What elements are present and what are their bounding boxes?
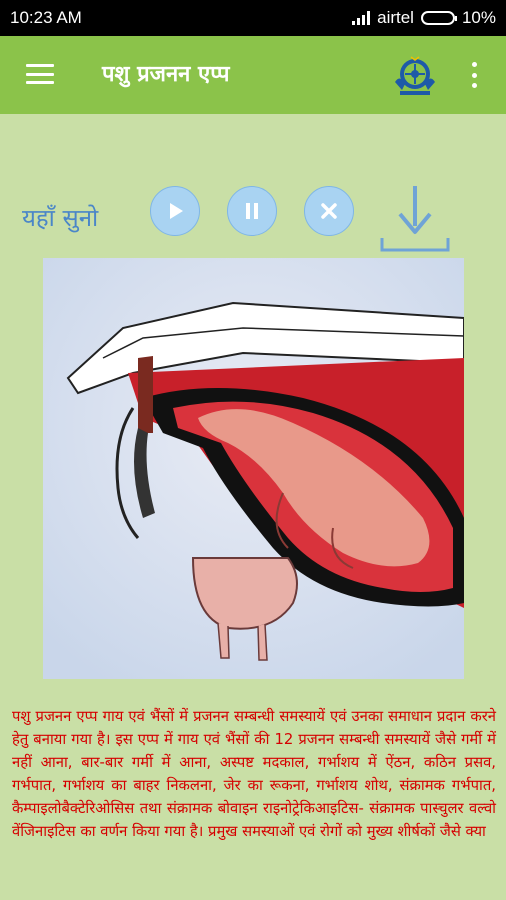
illustration-image (43, 258, 464, 679)
description-text: पशु प्रजनन एप्प गाय एवं भैंसों में प्रजन… (12, 708, 496, 840)
app-bar: पशु प्रजनन एप्प (0, 36, 506, 114)
listen-label: यहाँ सुनो (22, 204, 99, 232)
battery-icon (420, 11, 457, 25)
status-bar: 10:23 AM airtel 10% (0, 0, 506, 36)
pause-button[interactable] (227, 186, 277, 236)
pause-icon (246, 203, 258, 219)
status-time: 10:23 AM (10, 8, 82, 27)
hamburger-menu-icon[interactable] (26, 64, 54, 84)
cow-uterus-illustration (43, 258, 464, 679)
close-icon (321, 203, 337, 219)
signal-icon (352, 11, 371, 25)
battery-level: 10% (461, 8, 496, 27)
download-icon[interactable] (380, 184, 450, 254)
carrier-name: airtel (377, 8, 414, 27)
overflow-menu-icon[interactable] (470, 62, 478, 88)
play-button[interactable] (150, 186, 200, 236)
play-icon (170, 203, 183, 219)
app-title: पशु प्रजनन एप्प (102, 62, 230, 87)
stop-button[interactable] (304, 186, 354, 236)
emblem-logo (395, 56, 435, 95)
